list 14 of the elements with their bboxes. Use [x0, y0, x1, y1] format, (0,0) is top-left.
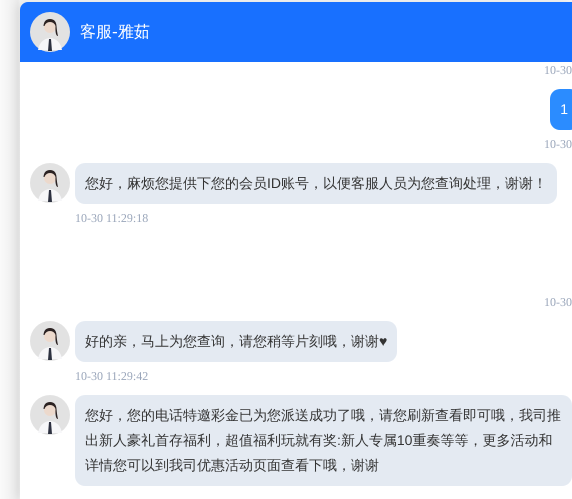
message-bubble: 您好，您的电话特邀彩金已为您派送成功了哦，请您刷新查看即可哦，我司推出新人豪礼首存福利，超值福利玩就有奖:新人专属10重奏等等，更多活动和详情您可以到我司优惠活动页面查看下哦，谢谢: [75, 395, 572, 486]
avatar-icon: [30, 12, 70, 52]
timestamp: 10-30: [544, 137, 572, 151]
timestamp: 10-30 11:29:18: [75, 211, 148, 225]
timestamp: 10-30: [544, 295, 572, 309]
message-bubble: 1: [550, 89, 572, 130]
avatar-icon: [30, 395, 70, 435]
agent-name: 客服-雅茹: [80, 22, 150, 42]
avatar-icon: [30, 163, 70, 203]
message-bubble: 您好，麻烦您提供下您的会员ID账号，以便客服人员为您查询处理，谢谢！: [75, 163, 557, 204]
timestamp: 10-30 11:29:42: [75, 369, 148, 383]
avatar-icon: [30, 321, 70, 361]
timestamp: 10-30: [544, 63, 572, 77]
message-bubble: 好的亲，马上为您查询，请您稍等片刻哦，谢谢♥: [75, 321, 398, 362]
